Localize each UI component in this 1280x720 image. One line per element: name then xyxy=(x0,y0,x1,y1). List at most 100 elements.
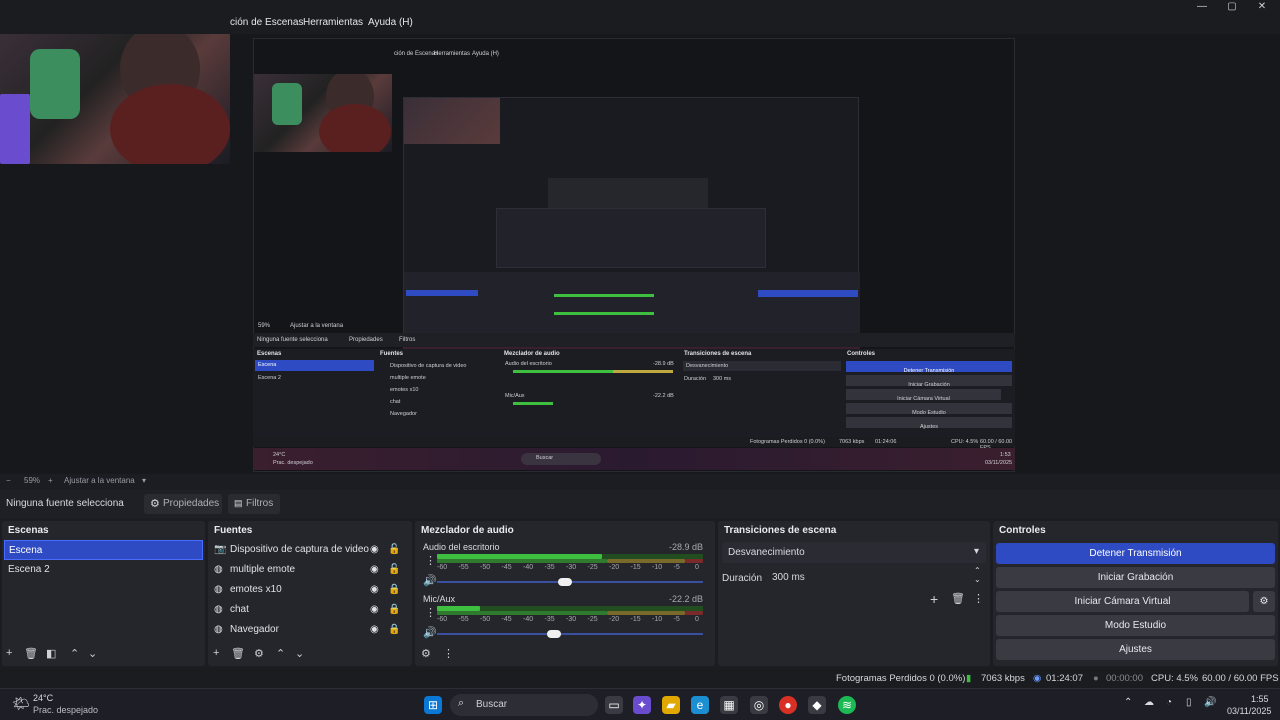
mic-volume-track[interactable] xyxy=(437,630,703,638)
app-icon[interactable]: ◆ xyxy=(808,696,826,714)
trash-icon[interactable]: 🗑 xyxy=(24,647,38,660)
chevron-up-icon[interactable]: ⌃ xyxy=(276,647,285,660)
dropped-frames: Fotogramas Perdidos 0 (0.0%) xyxy=(836,673,966,684)
scene-item-escena[interactable]: Escena xyxy=(4,540,203,560)
menu-dots-icon[interactable]: ⋮ xyxy=(973,592,984,605)
store-icon[interactable]: ▦ xyxy=(720,696,738,714)
zoom-in-icon[interactable]: + xyxy=(48,476,53,485)
lock-icon[interactable]: 🔒 xyxy=(388,620,400,640)
menu-dots-icon[interactable]: ⋮ xyxy=(443,647,454,660)
nested-webcam-feed xyxy=(254,74,392,152)
close-icon[interactable]: ✕ xyxy=(1246,0,1278,14)
speaker-icon[interactable]: 🔊 xyxy=(423,626,437,639)
start-virtual-camera-button[interactable]: Iniciar Cámara Virtual xyxy=(996,591,1249,612)
task-view-icon[interactable]: ▭ xyxy=(605,696,623,714)
copilot-icon[interactable]: ✦ xyxy=(633,696,651,714)
eye-icon[interactable]: ◉ xyxy=(370,560,379,580)
settings-button[interactable]: Ajustes xyxy=(996,639,1275,660)
lock-icon[interactable]: 🔒 xyxy=(388,580,400,600)
desktop-volume-knob[interactable] xyxy=(557,578,572,586)
nested-dock-area xyxy=(404,272,860,342)
clock-date[interactable]: 03/11/2025 xyxy=(1227,706,1271,716)
eye-icon[interactable]: ◉ xyxy=(370,600,379,620)
lock-icon[interactable]: 🔒 xyxy=(388,600,400,620)
source-item[interactable]: 📷 Dispositivo de captura de video ◉ 🔓 xyxy=(212,540,408,560)
source-item[interactable]: ◍ emotes x10 ◉ 🔒 xyxy=(212,580,408,600)
maximize-icon[interactable]: ▢ xyxy=(1216,0,1248,14)
zoom-level: 59% xyxy=(24,476,41,485)
nested-scene-1: Escena xyxy=(255,360,374,371)
menu-tools[interactable]: Herramientas xyxy=(303,17,363,28)
add-icon[interactable]: + xyxy=(6,647,12,659)
studio-mode-button[interactable]: Modo Estudio xyxy=(996,615,1275,636)
chevron-up-icon[interactable]: ⌃ xyxy=(70,647,79,660)
lock-icon[interactable]: 🔓 xyxy=(388,560,400,580)
filters-button[interactable]: ▤ Filtros xyxy=(228,494,280,514)
edge-icon[interactable]: e xyxy=(691,696,709,714)
mic-ticks: -60 -55 -50 -45 -40 -35 -30 -25 -20 -15 -10 -5 0 xyxy=(437,616,703,626)
add-icon[interactable]: + xyxy=(930,591,938,607)
trash-icon[interactable]: 🗑 xyxy=(951,592,965,605)
cloud-icon[interactable]: ☁ xyxy=(1144,697,1154,708)
file-explorer-icon[interactable]: ▰ xyxy=(662,696,680,714)
eye-icon[interactable]: ◉ xyxy=(370,540,379,560)
eye-icon[interactable]: ◉ xyxy=(370,580,379,600)
nested-source-2: emotes x10 xyxy=(390,387,419,393)
menu-scene-collection[interactable]: ción de Escenas xyxy=(230,17,303,28)
start-recording-button[interactable]: Iniciar Grabación xyxy=(996,567,1275,588)
nested-weather-temp: 24°C xyxy=(273,452,286,458)
menu-dots-icon[interactable]: ⋮ xyxy=(425,554,436,567)
lock-icon[interactable]: 🔓 xyxy=(388,540,400,560)
chevron-down-icon[interactable]: ⌄ xyxy=(295,647,304,660)
minimize-icon[interactable]: — xyxy=(1186,0,1218,14)
add-icon[interactable]: + xyxy=(213,647,219,659)
gear-icon[interactable]: ⚙ xyxy=(254,647,264,660)
webcam-feed xyxy=(0,34,230,164)
phone-icon[interactable]: ▯ xyxy=(1186,697,1192,708)
menu-help[interactable]: Ayuda (H) xyxy=(368,17,413,28)
windows-start-icon[interactable]: ⊞ xyxy=(424,696,442,714)
stop-stream-button[interactable]: Detener Transmisión xyxy=(996,543,1275,564)
wifi-icon[interactable]: ◔ xyxy=(1166,697,1172,708)
scene-item-escena-2[interactable]: Escena 2 xyxy=(4,560,203,580)
duration-field[interactable]: 300 ms ⌃ ⌄ xyxy=(766,566,984,587)
virtual-camera-gear-icon[interactable]: ⚙ xyxy=(1253,591,1275,612)
filter-icon[interactable]: ◧ xyxy=(46,647,56,660)
mixer-settings-icon[interactable]: ⚙ xyxy=(421,647,431,660)
chrome-icon[interactable]: ● xyxy=(779,696,797,714)
weather-icon[interactable]: 🌤 xyxy=(12,695,30,712)
desktop-volume-track[interactable] xyxy=(437,578,703,586)
globe-icon: ◍ xyxy=(214,624,223,635)
source-item[interactable]: ◍ Navegador ◉ 🔒 xyxy=(212,620,408,640)
chevron-down-icon[interactable]: ⌄ xyxy=(88,647,97,660)
chevron-up-icon[interactable]: ⌃ xyxy=(974,566,981,575)
properties-button[interactable]: ⚙ Propiedades xyxy=(144,494,222,514)
spotify-icon[interactable]: ≋ xyxy=(838,696,856,714)
chevron-down-icon[interactable]: ⌄ xyxy=(974,575,981,584)
chevron-up-icon[interactable]: ⌃ xyxy=(1124,697,1132,708)
source-item[interactable]: ◍ chat ◉ 🔒 xyxy=(212,600,408,620)
meter-tick-label: -20 xyxy=(609,564,620,571)
meter-tick-label: -55 xyxy=(458,616,469,623)
desktop-ticks: -60 -55 -50 -45 -40 -35 -30 -25 -20 -15 -10 -5 0 xyxy=(437,564,703,574)
chevron-down-icon[interactable]: ▾ xyxy=(142,476,146,485)
zoom-out-icon[interactable]: − xyxy=(6,476,11,485)
eye-icon[interactable]: ◉ xyxy=(370,620,379,640)
obs-icon[interactable]: ◎ xyxy=(750,696,768,714)
source-item[interactable]: ◍ multiple emote ◉ 🔓 xyxy=(212,560,408,580)
nested-scenes-title: Escenas xyxy=(257,351,282,357)
desktop-meter-red xyxy=(685,559,703,563)
trash-icon[interactable]: 🗑 xyxy=(231,647,245,660)
menu-dots-icon[interactable]: ⋮ xyxy=(425,606,436,619)
transition-select[interactable]: Desvanecimiento ▾ xyxy=(722,542,986,563)
speaker-icon[interactable]: 🔊 xyxy=(423,574,437,587)
search-input[interactable]: ⌕ Buscar xyxy=(450,694,598,716)
mic-volume-knob[interactable] xyxy=(547,630,562,638)
volume-icon[interactable]: 🔊 xyxy=(1204,697,1216,708)
nested-desktop-meter-green xyxy=(513,370,613,373)
meter-tick-label: -10 xyxy=(652,564,663,571)
fit-to-window[interactable]: Ajustar a la ventana xyxy=(64,476,135,485)
clock-time[interactable]: 1:55 xyxy=(1251,694,1269,704)
preview-canvas[interactable]: ción de Escenas Herramientas Ayuda (H) 5… xyxy=(0,34,1280,474)
no-source-label: Ninguna fuente selecciona xyxy=(6,498,124,509)
